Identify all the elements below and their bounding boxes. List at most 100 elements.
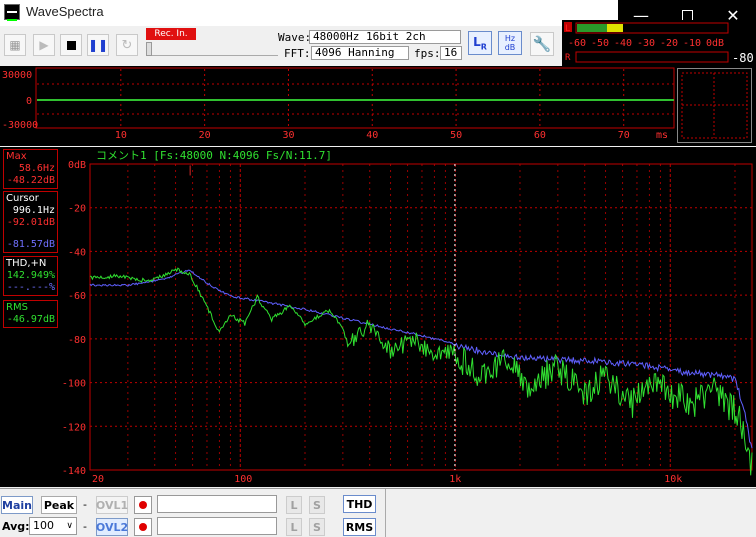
wave-x-tick: 40	[366, 130, 378, 141]
spectrum-chart: コメント1 [Fs:48000 N:4096 Fs/N:11.7] 0dB -20…	[62, 149, 753, 485]
ovl2-record-button[interactable]	[134, 518, 152, 536]
rms-readout: RMS -46.97dB	[3, 300, 58, 328]
spectrum-y-tick: -40	[68, 247, 86, 258]
spectrum-x-ticks: 20 100 1k 10k	[92, 474, 682, 485]
meter-scale-label: 0dB	[706, 38, 724, 49]
wave-y-zero: 0	[26, 96, 32, 107]
wave-grid	[37, 69, 674, 127]
cursor-db-l: -92.01dB	[6, 217, 55, 228]
scope-grid	[681, 72, 748, 139]
hz-db-icon: Hz dB	[504, 34, 516, 52]
meter-scale: -60 -50 -40 -30 -20 -10 0dB	[568, 38, 724, 49]
ovl2-load-button[interactable]: L	[286, 518, 302, 536]
rms-label: RMS	[6, 302, 28, 313]
spectrum-x-tick: 20	[92, 474, 104, 485]
ovl2-save-button[interactable]: S	[309, 518, 325, 536]
max-hz: 58.6Hz	[18, 163, 55, 174]
fft-label: FFT:	[284, 47, 311, 60]
meter-peak-value: -80	[732, 51, 754, 65]
wave-frame	[35, 67, 675, 129]
rec-input-label: Rec. In.	[146, 28, 196, 40]
rms-button[interactable]: RMS	[343, 518, 376, 536]
ovl1-load-button[interactable]: L	[286, 496, 302, 514]
wave-y-max: 30000	[2, 70, 32, 81]
level-meter: L -60 -50 -40 -30 -20 -10 0dB R -80	[562, 20, 756, 66]
level-meter-graphic: L -60 -50 -40 -30 -20 -10 0dB R -80	[564, 22, 754, 65]
device-icon: ▦	[9, 38, 21, 52]
spectrum-y-tick: 0dB	[68, 160, 86, 171]
spectrum-panel[interactable]: コメント1 [Fs:48000 N:4096 Fs/N:11.7] 0dB -20…	[0, 147, 756, 487]
peak-button[interactable]: Peak	[41, 496, 77, 514]
wave-y-min: -30000	[2, 120, 38, 131]
spectrum-series-line	[89, 267, 753, 476]
thd-button[interactable]: THD	[343, 495, 376, 513]
spectrum-header: コメント1 [Fs:48000 N:4096 Fs/N:11.7]	[96, 149, 332, 162]
wave-x-tick: 70	[618, 130, 630, 141]
thd-value-2: ---.---%	[6, 282, 55, 293]
main-button[interactable]: Main	[1, 496, 33, 514]
lr-channel-button[interactable]: LR	[468, 31, 492, 55]
play-button[interactable]: ▶	[33, 34, 55, 56]
device-button[interactable]: ▦	[4, 34, 26, 56]
wave-x-tick: 10	[115, 130, 127, 141]
maximize-icon	[681, 9, 693, 21]
ovl1-comment-field[interactable]	[157, 495, 277, 513]
fps-label: fps:	[414, 47, 441, 60]
spectrum-series	[89, 267, 753, 476]
pause-icon: ❚❚	[87, 38, 109, 52]
meter-scale-label: -20	[660, 38, 678, 49]
max-marker: ❘	[186, 165, 194, 176]
rms-value: -46.97dB	[6, 314, 55, 325]
pause-button[interactable]: ❚❚	[87, 34, 109, 56]
window-title: WaveSpectra	[26, 4, 104, 19]
cursor-label: Cursor	[6, 193, 39, 204]
spectrum-series-line	[89, 269, 753, 449]
avg-label: Avg:	[2, 520, 30, 533]
wave-x-tick: 20	[199, 130, 211, 141]
spectrum-y-ticks: 0dB -20 -40 -60 -80 -100 -120 -140	[62, 160, 86, 477]
divider	[385, 489, 386, 537]
meter-scale-label: -30	[637, 38, 655, 49]
slider-thumb[interactable]	[146, 42, 152, 56]
meter-l-bar-yellow	[607, 24, 623, 32]
spectrum-x-tick: 1k	[449, 474, 461, 485]
ovl1-save-button[interactable]: S	[309, 496, 325, 514]
wave-format-field: 48000Hz 16bit 2ch	[309, 30, 461, 44]
cursor-db-r: -81.57dB	[6, 239, 55, 250]
spectrum-grid	[90, 164, 752, 470]
ovl2-button[interactable]: OVL2	[96, 518, 128, 536]
ovl2-comment-field[interactable]	[157, 517, 277, 535]
cursor-hz: 996.1Hz	[12, 205, 55, 216]
rec-level-slider[interactable]	[146, 42, 278, 56]
meter-r-label: R	[565, 53, 571, 63]
stop-button[interactable]	[60, 34, 82, 56]
spectrum-x-tick: 100	[234, 474, 252, 485]
spectrum-frame	[89, 163, 753, 471]
spectrum-y-tick: -80	[68, 335, 86, 346]
waveform-panel[interactable]: 30000 0 -30000 10 20 30 40 50 60 70 ms	[0, 66, 756, 146]
avg-select[interactable]: 100 ∨	[29, 517, 77, 535]
ovl1-button[interactable]: OVL1	[96, 496, 128, 514]
dash-1: -	[83, 498, 87, 511]
meter-scale-label: -40	[614, 38, 632, 49]
app-icon	[4, 4, 20, 21]
lr-icon: LR	[473, 34, 487, 52]
wave-x-tick: 60	[534, 130, 546, 141]
wave-x-unit: ms	[656, 130, 668, 141]
thd-label: THD,+N	[6, 258, 47, 269]
settings-button[interactable]: 🔧	[530, 32, 554, 56]
loop-button[interactable]: ↻	[116, 34, 138, 56]
spectrum-y-tick: -120	[62, 422, 86, 433]
hz-db-button[interactable]: Hz dB	[498, 31, 522, 55]
thd-value: 142.949%	[6, 270, 55, 281]
ovl1-record-button[interactable]	[134, 496, 152, 514]
stop-icon	[66, 40, 76, 50]
spectrum-y-tick: -100	[62, 379, 86, 390]
spectrum-y-tick: -140	[62, 466, 86, 477]
spectrum-x-tick: 10k	[664, 474, 682, 485]
thd-readout: THD,+N 142.949% ---.---%	[3, 256, 58, 296]
wave-x-tick: 50	[450, 130, 462, 141]
max-label: Max	[6, 151, 27, 162]
cursor-readout: Cursor 996.1Hz -92.01dB -81.57dB	[3, 191, 58, 253]
meter-scale-label: -10	[683, 38, 701, 49]
